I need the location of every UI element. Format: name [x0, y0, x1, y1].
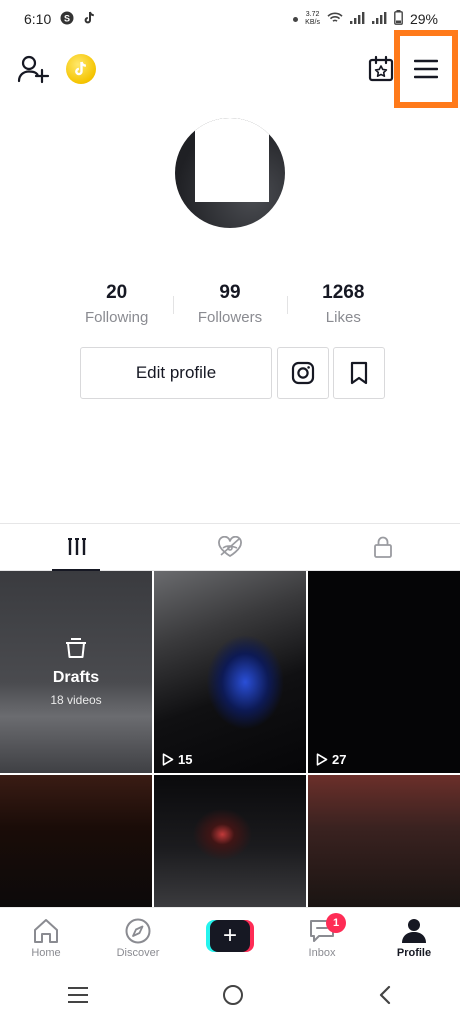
nav-profile[interactable]: Profile: [368, 908, 460, 971]
net-speed-unit: KB/s: [305, 19, 320, 26]
drafts-title: Drafts: [52, 669, 100, 686]
home-icon: [34, 919, 58, 943]
view-count: 15: [162, 752, 192, 767]
tab-videos[interactable]: [0, 524, 153, 571]
tiktok-coin-icon: [75, 61, 87, 76]
network-speed: 3.72 KB/s: [305, 11, 320, 27]
instagram-button[interactable]: [277, 347, 329, 399]
content-tabs: [0, 523, 460, 571]
home-circle-icon: [222, 985, 243, 1005]
avatar-redaction: [195, 118, 269, 202]
edit-profile-button[interactable]: Edit profile: [80, 347, 272, 399]
video-grid: Drafts 18 videos 15 27: [0, 571, 460, 907]
video-thumbnail[interactable]: 15: [154, 571, 306, 773]
creator-calendar-button[interactable]: [366, 54, 396, 84]
nav-profile-label: Profile: [396, 947, 432, 959]
likes-label: Likes: [325, 309, 361, 326]
instagram-icon: [291, 361, 315, 385]
view-count-value: 27: [332, 752, 347, 767]
drafts-tile[interactable]: Drafts 18 videos: [0, 571, 152, 773]
nav-home[interactable]: Home: [0, 908, 92, 971]
stat-followers[interactable]: 99 Followers: [173, 280, 286, 334]
net-speed-value: 3.72: [305, 11, 320, 18]
private-lock-icon: [374, 536, 393, 558]
nav-create[interactable]: +: [184, 908, 276, 971]
system-nav-bar: [0, 971, 460, 1024]
menu-button[interactable]: [394, 30, 458, 108]
coin-button[interactable]: [66, 54, 96, 84]
add-user-icon: [17, 55, 50, 84]
hamburger-menu-icon: [414, 59, 438, 79]
battery-percent: 29%: [409, 11, 438, 27]
view-count: 27: [316, 752, 346, 767]
followers-count: 99: [219, 282, 241, 303]
tab-liked[interactable]: [153, 524, 306, 570]
profile-screen: 6:10 S 3.72 KB/s 29% 20 Following 99 Fol…: [0, 0, 460, 1024]
video-thumbnail[interactable]: 27: [308, 571, 460, 773]
plus-icon: +: [210, 920, 250, 952]
tab-private[interactable]: [307, 524, 460, 570]
top-bar: [0, 30, 460, 108]
tiktok-icon: [83, 11, 96, 28]
dot-icon: [293, 16, 299, 22]
stat-following[interactable]: 20 Following: [60, 280, 173, 334]
nav-inbox[interactable]: 1 Inbox: [276, 908, 368, 971]
back-button[interactable]: [377, 985, 393, 1010]
signal-icon: [349, 11, 365, 27]
videos-grid-icon: [67, 538, 86, 555]
nav-discover-label: Discover: [116, 947, 160, 959]
battery-icon: [394, 10, 403, 28]
liked-hidden-icon: [218, 536, 242, 558]
nav-inbox-label: Inbox: [308, 947, 336, 959]
svg-text:S: S: [64, 13, 70, 23]
home-system-button[interactable]: [222, 984, 244, 1011]
add-friend-button[interactable]: [16, 52, 50, 86]
calendar-star-icon: [368, 55, 394, 82]
followers-label: Followers: [197, 309, 263, 326]
inbox-badge: 1: [326, 913, 346, 933]
video-thumbnail[interactable]: [154, 775, 306, 907]
favorites-button[interactable]: [333, 347, 385, 399]
compass-icon: [125, 918, 151, 944]
video-thumbnail[interactable]: [308, 775, 460, 907]
recent-apps-button[interactable]: [67, 986, 89, 1009]
play-icon: [162, 753, 174, 766]
signal-icon-2: [371, 11, 387, 27]
status-bar: 6:10 S 3.72 KB/s 29%: [0, 0, 460, 38]
recents-menu-icon: [67, 987, 88, 1003]
nav-home-label: Home: [31, 947, 61, 959]
bookmark-icon: [350, 361, 368, 385]
wifi-icon: [327, 11, 343, 27]
video-thumbnail[interactable]: [0, 775, 152, 907]
back-chevron-icon: [380, 985, 391, 1005]
profile-stats: 20 Following 99 Followers 1268 Likes: [60, 280, 400, 334]
profile-avatar[interactable]: [175, 118, 285, 228]
nav-discover[interactable]: Discover: [92, 908, 184, 971]
drafts-box-icon: [66, 638, 86, 658]
create-button[interactable]: +: [206, 920, 254, 952]
drafts-count: 18 videos: [50, 693, 102, 707]
skype-icon: S: [60, 11, 74, 28]
likes-count: 1268: [322, 282, 365, 303]
bottom-nav: Home Discover + 1 Inbox Profile: [0, 907, 460, 971]
following-count: 20: [106, 282, 128, 303]
play-icon: [316, 753, 328, 766]
status-time: 6:10: [24, 11, 52, 27]
following-label: Following: [84, 309, 149, 326]
view-count-value: 15: [178, 752, 193, 767]
stat-likes[interactable]: 1268 Likes: [286, 280, 400, 334]
profile-person-icon: [402, 919, 426, 943]
